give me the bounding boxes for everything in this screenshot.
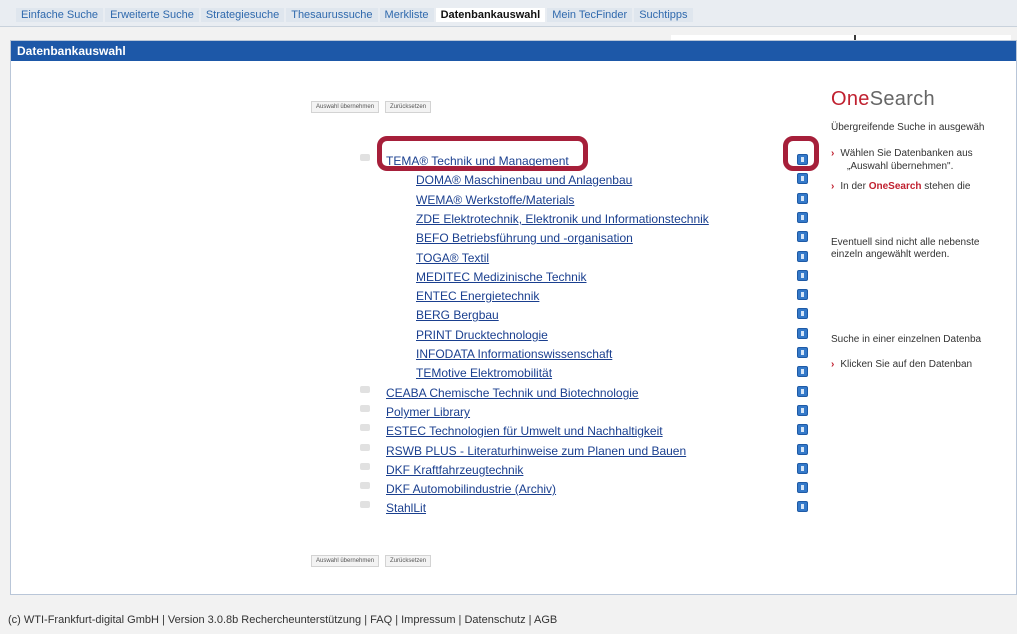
single-search-title: Suche in einer einzelnen Datenba [831,334,982,345]
info-icon[interactable] [797,328,808,339]
database-link[interactable]: StahlLit [386,501,426,515]
database-link[interactable]: ZDE Elektrotechnik, Elektronik und Infor… [416,212,709,226]
database-checkbox[interactable] [360,482,370,489]
info-icon[interactable] [797,405,808,416]
arrow-right-icon: › [831,359,835,370]
header-divider [671,35,1011,40]
tab-erweiterte-suche[interactable]: Erweiterte Suche [105,8,199,22]
database-checkbox[interactable] [360,501,370,508]
database-row: StahlLit [360,499,426,515]
panel-header: Datenbankauswahl [11,35,1016,61]
arrow-right-icon: › [831,148,835,159]
reset-button-bottom[interactable]: Zurücksetzen [385,555,432,567]
database-row: WEMA® Werkstoffe/Materials [416,191,574,207]
tab-strategiesuche[interactable]: Strategiesuche [200,8,285,22]
reset-button-top[interactable]: Zurücksetzen [385,101,432,113]
database-checkbox[interactable] [360,386,370,393]
database-link[interactable]: BERG Bergbau [416,308,499,322]
tab-bar: Einfache Suche Erweiterte Suche Strategi… [16,8,695,22]
info-icon[interactable] [797,193,808,204]
info-icon[interactable] [797,308,808,319]
database-link[interactable]: DKF Automobilindustrie (Archiv) [386,482,556,496]
arrow-right-icon: › [831,181,835,192]
info-icon[interactable] [797,501,808,512]
info-icon[interactable] [797,154,808,165]
database-checkbox[interactable] [360,463,370,470]
database-checkbox[interactable] [360,154,370,161]
info-icon[interactable] [797,231,808,242]
database-checkbox[interactable] [360,405,370,412]
database-selection-panel: Datenbankauswahl Auswahl übernehmen Zurü… [10,35,1017,595]
database-checkbox[interactable] [360,444,370,451]
database-link[interactable]: MEDITEC Medizinische Technik [416,270,587,284]
tab-mein-tecfinder[interactable]: Mein TecFinder [547,8,633,22]
tab-thesaurussuche[interactable]: Thesaurussuche [286,8,378,22]
database-row: DOMA® Maschinenbau und Anlagenbau [416,171,632,187]
database-row: TEMA® Technik und Management [360,152,569,168]
database-link[interactable]: WEMA® Werkstoffe/Materials [416,193,574,207]
database-row: BERG Bergbau [416,306,499,322]
single-search-bullet: › Klicken Sie auf den Datenban [831,359,973,370]
onesearch-note-line2: einzeln angewählt werden. [831,249,950,260]
bottom-button-bar: Auswahl übernehmen Zurücksetzen [311,555,432,567]
tab-suchtipps[interactable]: Suchtipps [634,8,693,22]
onesearch-logo: OneSearch [831,88,935,110]
database-link[interactable]: PRINT Drucktechnologie [416,328,548,342]
info-icon[interactable] [797,251,808,262]
database-link[interactable]: TEMotive Elektromobilität [416,366,552,380]
database-row: TEMotive Elektromobilität [416,364,552,380]
database-link[interactable]: BEFO Betriebsführung und -organisation [416,231,633,245]
tab-einfache-suche[interactable]: Einfache Suche [16,8,104,22]
onesearch-bullet-select: › Wählen Sie Datenbanken aus [831,148,973,159]
info-icon[interactable] [797,444,808,455]
database-link[interactable]: DOMA® Maschinenbau und Anlagenbau [416,173,632,187]
database-row: ZDE Elektrotechnik, Elektronik und Infor… [416,210,709,226]
database-row: CEABA Chemische Technik und Biotechnolog… [360,384,639,400]
info-icon[interactable] [797,347,808,358]
tab-merkliste[interactable]: Merkliste [379,8,434,22]
database-row: PRINT Drucktechnologie [416,326,548,342]
top-button-bar: Auswahl übernehmen Zurücksetzen [311,101,432,113]
onesearch-intro: Übergreifende Suche in ausgewäh [831,122,985,133]
database-checkbox[interactable] [360,424,370,431]
database-row: RSWB PLUS - Literaturhinweise zum Planen… [360,442,686,458]
onesearch-note-line1: Eventuell sind nicht alle nebenste [831,237,980,248]
database-row: INFODATA Informationswissenschaft [416,345,612,361]
database-link[interactable]: TOGA® Textil [416,251,489,265]
database-link[interactable]: DKF Kraftfahrzeugtechnik [386,463,523,477]
panel-title: Datenbankauswahl [17,44,126,58]
tab-datenbankauswahl[interactable]: Datenbankauswahl [435,8,546,22]
apply-selection-button-top[interactable]: Auswahl übernehmen [311,101,380,113]
apply-selection-button-bottom[interactable]: Auswahl übernehmen [311,555,380,567]
database-row: MEDITEC Medizinische Technik [416,268,587,284]
info-icon[interactable] [797,463,808,474]
database-link[interactable]: TEMA® Technik und Management [386,154,569,168]
info-icon[interactable] [797,482,808,493]
info-icon[interactable] [797,173,808,184]
onesearch-bullet-results: › In der OneSearch stehen die [831,181,971,192]
top-navigation: Einfache Suche Erweiterte Suche Strategi… [0,0,1017,27]
info-icon[interactable] [797,270,808,281]
database-link[interactable]: INFODATA Informationswissenschaft [416,347,612,361]
header-tick [854,35,856,40]
database-link[interactable]: Polymer Library [386,405,470,419]
database-row: TOGA® Textil [416,249,489,265]
onesearch-bullet-select-cont: „Auswahl übernehmen". [847,161,954,172]
database-row: DKF Kraftfahrzeugtechnik [360,461,523,477]
database-link[interactable]: RSWB PLUS - Literaturhinweise zum Planen… [386,444,686,458]
database-row: ESTEC Technologien für Umwelt und Nachha… [360,422,663,438]
database-row: DKF Automobilindustrie (Archiv) [360,480,556,496]
database-link[interactable]: ENTEC Energietechnik [416,289,539,303]
database-row: Polymer Library [360,403,470,419]
info-icon[interactable] [797,212,808,223]
footer: (c) WTI-Frankfurt-digital GmbH | Version… [8,614,558,626]
info-icon[interactable] [797,386,808,397]
info-icon[interactable] [797,289,808,300]
database-row: BEFO Betriebsführung und -organisation [416,229,633,245]
info-icon[interactable] [797,424,808,435]
database-link[interactable]: ESTEC Technologien für Umwelt und Nachha… [386,424,663,438]
info-icon[interactable] [797,366,808,377]
database-link[interactable]: CEABA Chemische Technik und Biotechnolog… [386,386,639,400]
database-row: ENTEC Energietechnik [416,287,539,303]
